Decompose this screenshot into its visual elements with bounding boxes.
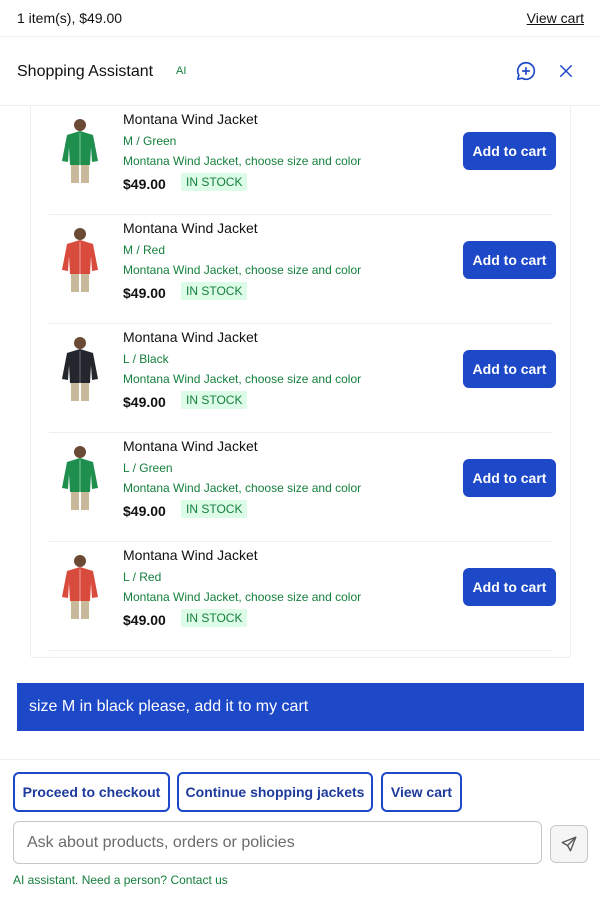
product-name: Montana Wind Jacket bbox=[123, 220, 258, 236]
product-price: $49.00 bbox=[123, 176, 166, 192]
cart-summary: 1 item(s), $49.00 bbox=[17, 10, 123, 26]
product-price: $49.00 bbox=[123, 503, 166, 519]
contact-us-link[interactable]: Contact us bbox=[170, 873, 227, 887]
product-image bbox=[62, 337, 98, 401]
footer-note: AI assistant. Need a person? Contact us bbox=[13, 873, 228, 887]
proceed-to-checkout-button[interactable]: Proceed to checkout bbox=[13, 772, 170, 812]
cart-summary-bar: 1 item(s), $49.00 View cart bbox=[0, 0, 600, 37]
stock-badge: IN STOCK bbox=[181, 173, 248, 191]
chat-plus-icon bbox=[516, 61, 536, 81]
product-row: Montana Wind Jacket L / Black Montana Wi… bbox=[49, 324, 556, 433]
product-variant: L / Red bbox=[123, 570, 162, 584]
close-icon bbox=[560, 65, 572, 77]
stock-badge: IN STOCK bbox=[181, 500, 248, 518]
assistant-header: Shopping Assistant AI bbox=[0, 37, 600, 106]
add-to-cart-button[interactable]: Add to cart bbox=[463, 568, 556, 606]
product-price: $49.00 bbox=[123, 394, 166, 410]
product-description: Montana Wind Jacket, choose size and col… bbox=[123, 263, 362, 277]
product-variant: L / Black bbox=[123, 352, 169, 366]
assistant-title: Shopping Assistant bbox=[17, 63, 154, 80]
product-description: Montana Wind Jacket, choose size and col… bbox=[123, 590, 362, 604]
send-button[interactable] bbox=[550, 825, 588, 863]
product-row: Montana Wind Jacket L / Red Montana Wind… bbox=[49, 542, 556, 651]
chat-input[interactable] bbox=[13, 821, 542, 864]
product-variant: M / Red bbox=[123, 243, 166, 257]
product-row: Montana Wind Jacket M / Red Montana Wind… bbox=[49, 215, 556, 324]
ai-badge: AI bbox=[176, 65, 187, 77]
product-image bbox=[62, 228, 98, 292]
user-message: size M in black please, add it to my car… bbox=[17, 683, 584, 731]
product-description: Montana Wind Jacket, choose size and col… bbox=[123, 481, 362, 495]
product-name: Montana Wind Jacket bbox=[123, 111, 258, 127]
add-to-cart-button[interactable]: Add to cart bbox=[463, 350, 556, 388]
stock-badge: IN STOCK bbox=[181, 609, 248, 627]
divider bbox=[0, 759, 600, 760]
product-name: Montana Wind Jacket bbox=[123, 329, 258, 345]
product-price: $49.00 bbox=[123, 612, 166, 628]
product-variant: M / Green bbox=[123, 134, 177, 148]
product-description: Montana Wind Jacket, choose size and col… bbox=[123, 372, 362, 386]
product-results-card: Montana Wind Jacket M / Green Montana Wi… bbox=[30, 106, 571, 658]
stock-badge: IN STOCK bbox=[181, 391, 248, 409]
view-cart-link[interactable]: View cart bbox=[527, 10, 584, 26]
product-row: Montana Wind Jacket L / Green Montana Wi… bbox=[49, 433, 556, 542]
product-image bbox=[62, 555, 98, 619]
add-to-cart-button[interactable]: Add to cart bbox=[463, 132, 556, 170]
product-name: Montana Wind Jacket bbox=[123, 438, 258, 454]
add-to-cart-button[interactable]: Add to cart bbox=[463, 241, 556, 279]
close-button[interactable] bbox=[554, 59, 578, 83]
product-image bbox=[62, 119, 98, 183]
send-icon bbox=[561, 836, 577, 852]
product-image bbox=[62, 446, 98, 510]
product-row: Montana Wind Jacket M / Green Montana Wi… bbox=[49, 106, 556, 215]
add-to-cart-button[interactable]: Add to cart bbox=[463, 459, 556, 497]
product-price: $49.00 bbox=[123, 285, 166, 301]
continue-shopping-button[interactable]: Continue shopping jackets bbox=[177, 772, 373, 812]
footer-text: AI assistant. Need a person? bbox=[13, 873, 168, 887]
product-variant: L / Green bbox=[123, 461, 173, 475]
product-description: Montana Wind Jacket, choose size and col… bbox=[123, 154, 362, 168]
new-chat-button[interactable] bbox=[514, 59, 538, 83]
stock-badge: IN STOCK bbox=[181, 282, 248, 300]
view-cart-button[interactable]: View cart bbox=[381, 772, 462, 812]
product-name: Montana Wind Jacket bbox=[123, 547, 258, 563]
